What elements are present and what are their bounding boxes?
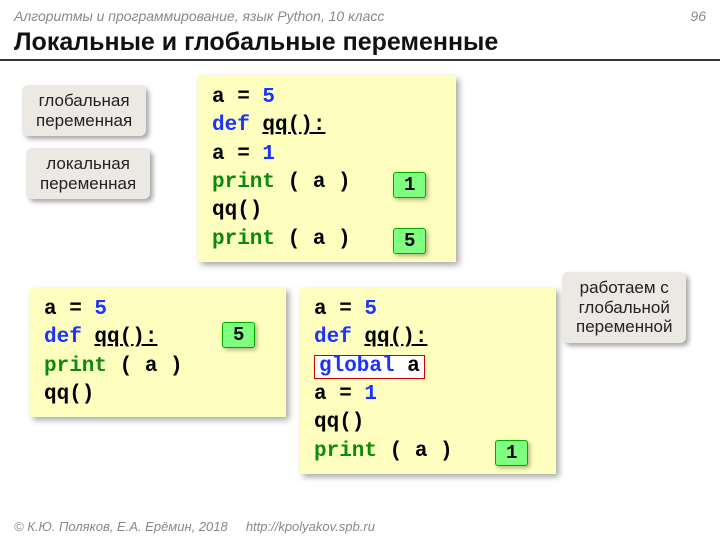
output-badge-5b: 5 xyxy=(222,322,255,348)
page-title: Локальные и глобальные переменные xyxy=(0,28,720,61)
output-badge-5: 5 xyxy=(393,228,426,254)
tag-global-var: глобальнаяпеременная xyxy=(22,85,146,136)
course-label: Алгоритмы и программирование, язык Pytho… xyxy=(14,8,384,24)
footer: © К.Ю. Поляков, Е.А. Ерёмин, 2018 http:/… xyxy=(14,519,375,534)
output-badge-1b: 1 xyxy=(495,440,528,466)
footer-url: http://kpolyakov.spb.ru xyxy=(246,519,375,534)
tag-local-var: локальнаяпеременная xyxy=(26,148,150,199)
header: Алгоритмы и программирование, язык Pytho… xyxy=(0,0,720,28)
code-block-2: a = 5 def qq(): print ( a ) qq() xyxy=(30,288,286,417)
output-badge-1: 1 xyxy=(393,172,426,198)
page-number: 96 xyxy=(690,8,706,24)
tag-note: работаем сглобальнойпеременной xyxy=(562,272,686,343)
footer-copy: © К.Ю. Поляков, Е.А. Ерёмин, 2018 xyxy=(14,519,228,534)
